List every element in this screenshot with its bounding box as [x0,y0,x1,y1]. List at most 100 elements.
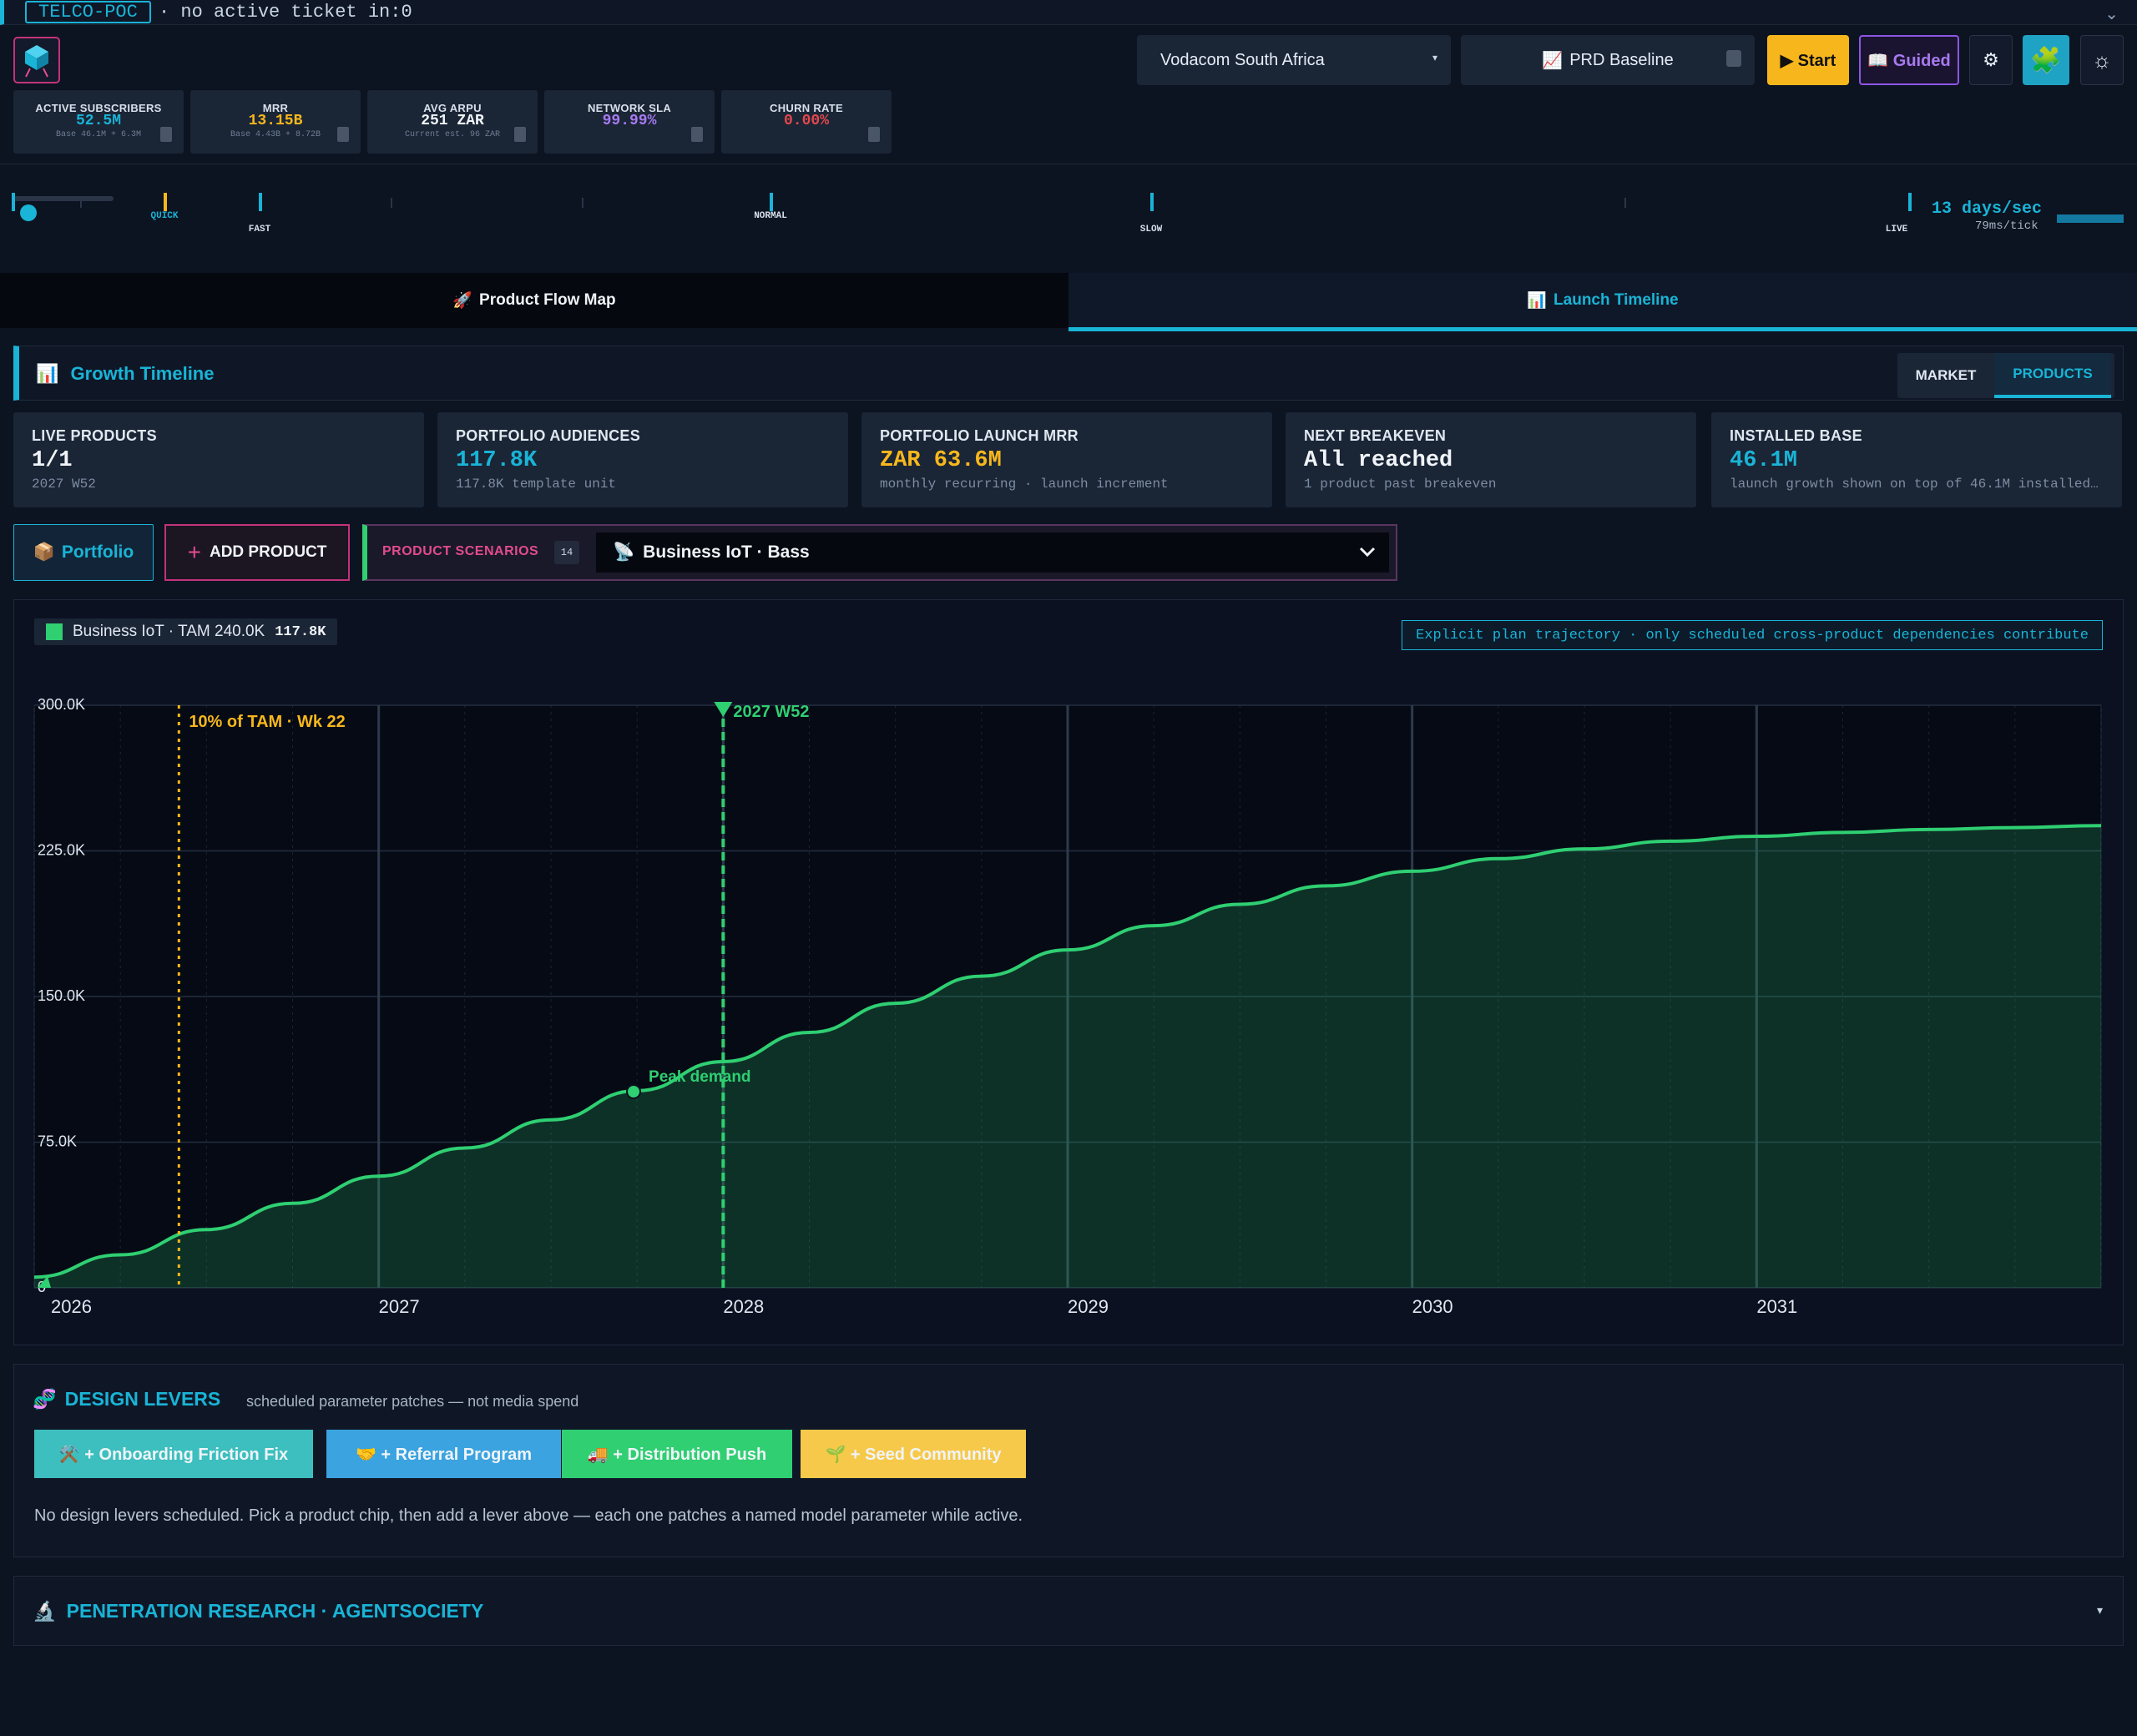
tab-launch-timeline[interactable]: 📊 Launch Timeline [1068,273,2137,331]
minor-tick [391,198,392,208]
section-title: 📊 Growth Timeline [36,363,214,385]
lever-button[interactable]: ⚒️ + Onboarding Friction Fix [34,1430,313,1478]
kpi-card[interactable]: ACTIVE SUBSCRIBERS 52.5M Base 46.1M + 6.3M [13,90,184,154]
annotation-label: 10% of TAM · Wk 22 [189,713,345,731]
stat-label: LIVE PRODUCTS [32,427,157,444]
scenario-value: Business IoT · Bass [643,542,810,562]
add-product-button[interactable]: + ADD PRODUCT [164,524,350,581]
scenario-select[interactable]: 📡 Business IoT · Bass [596,532,1389,573]
penetration-research-panel[interactable]: 🔬 PENETRATION RESEARCH · AGENTSOCIETY ▾ [13,1576,2124,1646]
slider-start-tick [12,193,15,211]
stat-card: NEXT BREAKEVEN All reached 1 product past … [1286,412,1696,507]
kpi-value: 0.00% [783,113,829,129]
market-select[interactable]: Vodacom South Africa ▾ [1137,35,1451,85]
section-title: 🧬 DESIGN LEVERS [33,1388,220,1410]
stat-subtext: 117.8K template unit [456,477,617,492]
y-tick-label: 225.0K [38,842,85,859]
lock-icon [160,127,172,142]
tick-live [1908,193,1912,211]
peak-point [626,1084,642,1100]
dna-icon: 🧬 [33,1388,57,1410]
lever-button[interactable]: 🚚 + Distribution Push [562,1430,792,1478]
minor-tick [582,198,584,208]
stat-subtext: launch growth shown on top of 46.1M inst… [1730,477,2104,492]
slider-handle[interactable] [20,204,37,221]
tick-label-quick[interactable]: QUICK [150,211,178,221]
kpi-value: 251 ZAR [421,113,484,129]
stat-value: ZAR 63.6M [880,448,1002,473]
package-icon: 📦 [33,542,55,562]
kpi-card[interactable]: CHURN RATE 0.00% [721,90,892,154]
guided-button[interactable]: 📖 Guided [1859,35,1959,85]
tick-label-live[interactable]: LIVE [1886,225,1907,235]
ticket-status: · no active ticket in:0 [159,2,412,23]
kpi-card[interactable]: AVG ARPU 251 ZAR Current est. 96 ZAR [367,90,538,154]
kpi-card[interactable]: MRR 13.15B Base 4.43B + 8.72B [190,90,361,154]
stat-label: PORTFOLIO AUDIENCES [456,427,641,444]
stat-card: INSTALLED BASE 46.1M launch growth shown o… [1711,412,2122,507]
lock-icon [514,127,526,142]
toggle-products[interactable]: PRODUCTS [1994,353,2111,398]
x-tick-label: 2030 [1412,1296,1453,1317]
speed-rate: 13 days/sec [1932,199,2043,219]
baseline-select[interactable]: 📈 PRD Baseline [1461,35,1755,85]
stat-label: INSTALLED BASE [1730,427,1862,444]
puzzle-icon[interactable]: 🧩 [2023,35,2069,85]
minor-tick [1624,198,1626,208]
product-scenarios: PRODUCT SCENARIOS 14 📡 Business IoT · Ba… [362,524,1397,581]
scenarios-label: PRODUCT SCENARIOS [382,544,539,558]
x-tick-label: 2026 [51,1296,92,1317]
annotation-label: Peak demand [649,1068,751,1086]
app-logo[interactable] [13,37,60,83]
sun-icon[interactable]: ☼ [2080,35,2124,85]
stat-card: PORTFOLIO AUDIENCES 117.8K 117.8K template… [437,412,848,507]
levers-empty-message: No design levers scheduled. Pick a produ… [34,1506,1023,1525]
microscope-icon: 🔬 [33,1600,57,1622]
chevron-down-icon[interactable]: ⌄ [2104,3,2119,24]
chart-legend-item[interactable]: Business IoT · TAM 240.0K 117.8K [34,618,338,645]
view-toggle: MARKET PRODUCTS [1897,353,2114,398]
tab-label: Launch Timeline [1553,290,1679,309]
gear-icon[interactable]: ⚙ [1969,35,2013,85]
tick-label-normal[interactable]: NORMAL [754,211,787,221]
tick-label-slow[interactable]: SLOW [1140,225,1162,235]
portfolio-button[interactable]: 📦 Portfolio [13,524,154,581]
legend-label: Business IoT · TAM 240.0K [73,623,265,640]
project-tag[interactable]: TELCO-POC [25,1,151,23]
lock-icon [337,127,349,142]
speed-slider[interactable]: QUICK FAST NORMAL SLOW LIVE 13 days/sec … [0,164,2137,272]
lever-button[interactable]: 🤝 + Referral Program [326,1430,561,1478]
stat-label: PORTFOLIO LAUNCH MRR [880,427,1079,444]
kpi-subtext: Base 46.1M + 6.3M [55,130,142,139]
start-button[interactable]: ▶ Start [1767,35,1849,85]
chart-icon: 📈 [1542,51,1564,70]
stat-value: 1/1 [32,448,73,473]
kpi-value: 13.15B [248,113,303,129]
plus-icon: + [187,539,201,565]
tab-product-flow-map[interactable]: 🚀 Product Flow Map [0,273,1068,328]
toggle-market[interactable]: MARKET [1897,353,1994,398]
lock-icon [868,127,880,142]
kpi-subtext: Current est. 96 ZAR [404,130,501,139]
view-tabs: 🚀 Product Flow Map 📊 Launch Timeline [0,273,2137,331]
x-tick-label: 2031 [1756,1296,1797,1317]
tick-slow [1150,193,1154,211]
chevron-down-icon[interactable]: ▾ [2097,1603,2103,1617]
research-title: PENETRATION RESEARCH · AGENTSOCIETY [66,1600,484,1622]
stat-card: LIVE PRODUCTS 1/1 2027 W52 [13,412,424,507]
slider-track[interactable] [13,196,114,201]
tick-label-fast[interactable]: FAST [249,225,270,235]
speed-tick: 79ms/tick [1975,220,2038,233]
x-tick-label: 2028 [723,1296,764,1317]
lock-icon [1726,50,1741,67]
kpi-subtext: Base 4.43B + 8.72B [230,130,321,139]
kpi-card[interactable]: NETWORK SLA 99.99% [544,90,715,154]
growth-chart[interactable]: 075.0K150.0K225.0K300.0K2026202720282029… [14,600,2124,1346]
status-bar: TELCO-POC · no active ticket in:0 ⌄ [0,0,2137,25]
minor-tick [80,198,82,208]
y-tick-label: 150.0K [38,987,85,1004]
chart-icon: 📊 [36,363,59,384]
plan-note: Explicit plan trajectory · only schedule… [1402,620,2103,650]
lever-button[interactable]: 🌱 + Seed Community [801,1430,1026,1478]
portfolio-label: Portfolio [61,542,134,562]
